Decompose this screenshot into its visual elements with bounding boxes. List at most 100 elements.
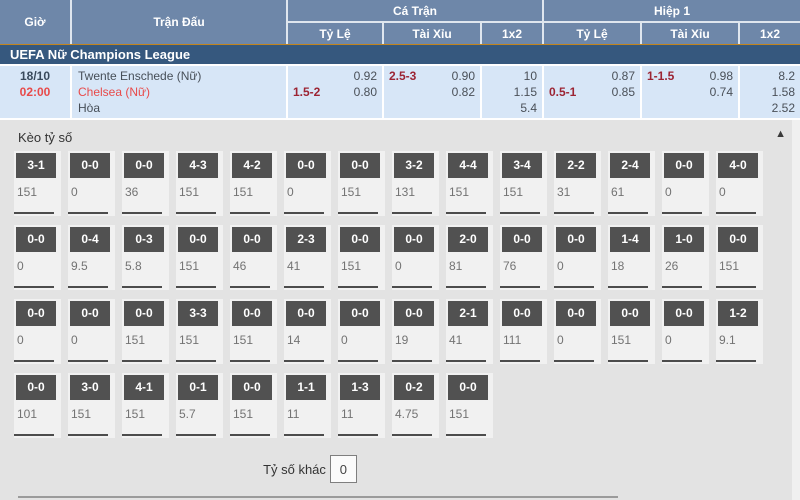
score-odds-value: 11 [338,400,385,421]
half-hdp-away-odds[interactable]: 0.85 [612,84,635,100]
score-cell[interactable]: 0-0151 [338,225,385,290]
full-ou-line: 2.5-3 [389,68,416,84]
score-label: 2-4 [610,153,650,178]
score-odds-value: 151 [338,252,385,273]
score-cell[interactable]: 1-311 [338,373,385,438]
score-cell[interactable]: 4-2151 [230,151,277,216]
score-underline [554,286,594,288]
odds-table-header: Giờ Trận Đấu Cá Trận Hiệp 1 Tỷ Lệ Tài Xỉ… [0,0,800,44]
full-1x2-away-odds[interactable]: 1.15 [482,84,542,100]
score-underline [68,212,108,214]
score-cell[interactable]: 0-076 [500,225,547,290]
score-cell[interactable]: 3-3151 [176,299,223,364]
score-label: 0-0 [232,301,272,326]
score-cell[interactable]: 3-2131 [392,151,439,216]
score-odds-value: 0 [338,326,385,347]
full-ou-over-odds[interactable]: 0.90 [452,68,475,84]
column-header-match: Trận Đấu [72,0,286,44]
score-cell[interactable]: 0-35.8 [122,225,169,290]
score-cell[interactable]: 0-00 [284,151,331,216]
score-cell[interactable]: 2-081 [446,225,493,290]
score-row: 0-000-000-01513-31510-01510-0140-000-019… [0,299,800,364]
score-cell[interactable]: 0-15.7 [176,373,223,438]
away-team[interactable]: Chelsea (Nữ) [78,84,286,100]
score-cell[interactable]: 2-141 [446,299,493,364]
full-hdp-away-odds[interactable]: 0.80 [354,84,377,100]
score-cell[interactable]: 0-046 [230,225,277,290]
full-1x2-home-odds[interactable]: 10 [482,68,542,84]
score-cell[interactable]: 0-00 [554,299,601,364]
score-cell[interactable]: 0-0151 [176,225,223,290]
score-cell[interactable]: 1-29.1 [716,299,763,364]
score-cell[interactable]: 3-0151 [68,373,115,438]
score-odds-value: 151 [230,326,277,347]
half-1x2-home-odds[interactable]: 8.2 [740,68,800,84]
full-1x2-draw-odds[interactable]: 5.4 [482,100,542,116]
score-odds-value: 0 [662,326,709,347]
score-odds-value: 41 [284,252,331,273]
half-1x2-draw-odds[interactable]: 2.52 [740,100,800,116]
score-underline [230,434,270,436]
score-cell[interactable]: 2-461 [608,151,655,216]
score-odds-value: 131 [392,178,439,199]
score-underline [68,434,108,436]
score-cell[interactable]: 0-019 [392,299,439,364]
score-cell[interactable]: 0-00 [662,151,709,216]
half-ou-under-odds[interactable]: 0.74 [710,84,733,100]
score-odds-value: 61 [608,178,655,199]
other-score-input[interactable]: 0 [330,455,357,483]
home-team[interactable]: Twente Enschede (Nữ) [78,68,286,84]
score-cell[interactable]: 0-0151 [230,373,277,438]
half-1x2-away-odds[interactable]: 1.58 [740,84,800,100]
score-cell[interactable]: 1-111 [284,373,331,438]
score-odds-value: 9.1 [716,326,763,347]
score-cell[interactable]: 4-00 [716,151,763,216]
score-underline [284,434,324,436]
score-cell[interactable]: 0-00 [554,225,601,290]
match-teams-cell[interactable]: Twente Enschede (Nữ) Chelsea (Nữ) Hòa [72,66,286,118]
score-cell[interactable]: 0-0111 [500,299,547,364]
score-odds-value: 151 [446,178,493,199]
full-ou-under-odds[interactable]: 0.82 [452,84,475,100]
column-group-full-match: Cá Trận [288,0,542,21]
score-label: 2-3 [286,227,326,252]
score-cell[interactable]: 0-00 [68,151,115,216]
score-cell[interactable]: 0-0151 [608,299,655,364]
score-cell[interactable]: 2-341 [284,225,331,290]
score-label: 0-0 [124,153,164,178]
score-cell[interactable]: 0-0151 [446,373,493,438]
score-odds-value: 151 [446,400,493,421]
score-cell[interactable]: 0-24.75 [392,373,439,438]
score-cell[interactable]: 0-0151 [230,299,277,364]
score-cell[interactable]: 2-231 [554,151,601,216]
score-cell[interactable]: 3-1151 [14,151,61,216]
score-cell[interactable]: 0-0151 [716,225,763,290]
score-underline [14,434,54,436]
score-label: 0-0 [502,227,542,252]
score-label: 1-1 [286,375,326,400]
half-ou-over-odds[interactable]: 0.98 [710,68,733,84]
score-odds-value: 0 [662,178,709,199]
half-hdp-home-odds[interactable]: 0.87 [612,68,635,84]
score-cell[interactable]: 4-3151 [176,151,223,216]
score-cell[interactable]: 0-0151 [122,299,169,364]
score-label: 3-2 [394,153,434,178]
score-cell[interactable]: 0-00 [662,299,709,364]
score-cell[interactable]: 4-1151 [122,373,169,438]
score-cell[interactable]: 1-418 [608,225,655,290]
score-cell[interactable]: 1-026 [662,225,709,290]
score-cell[interactable]: 0-00 [14,299,61,364]
full-hdp-home-odds[interactable]: 0.92 [354,68,377,84]
score-cell[interactable]: 0-49.5 [68,225,115,290]
score-cell[interactable]: 4-4151 [446,151,493,216]
collapse-arrow-icon[interactable]: ▲ [775,128,786,140]
score-cell[interactable]: 0-0151 [338,151,385,216]
score-cell[interactable]: 0-00 [14,225,61,290]
score-cell[interactable]: 0-00 [338,299,385,364]
score-cell[interactable]: 0-036 [122,151,169,216]
score-cell[interactable]: 0-014 [284,299,331,364]
score-cell[interactable]: 0-00 [392,225,439,290]
score-cell[interactable]: 0-0101 [14,373,61,438]
score-cell[interactable]: 3-4151 [500,151,547,216]
score-cell[interactable]: 0-00 [68,299,115,364]
